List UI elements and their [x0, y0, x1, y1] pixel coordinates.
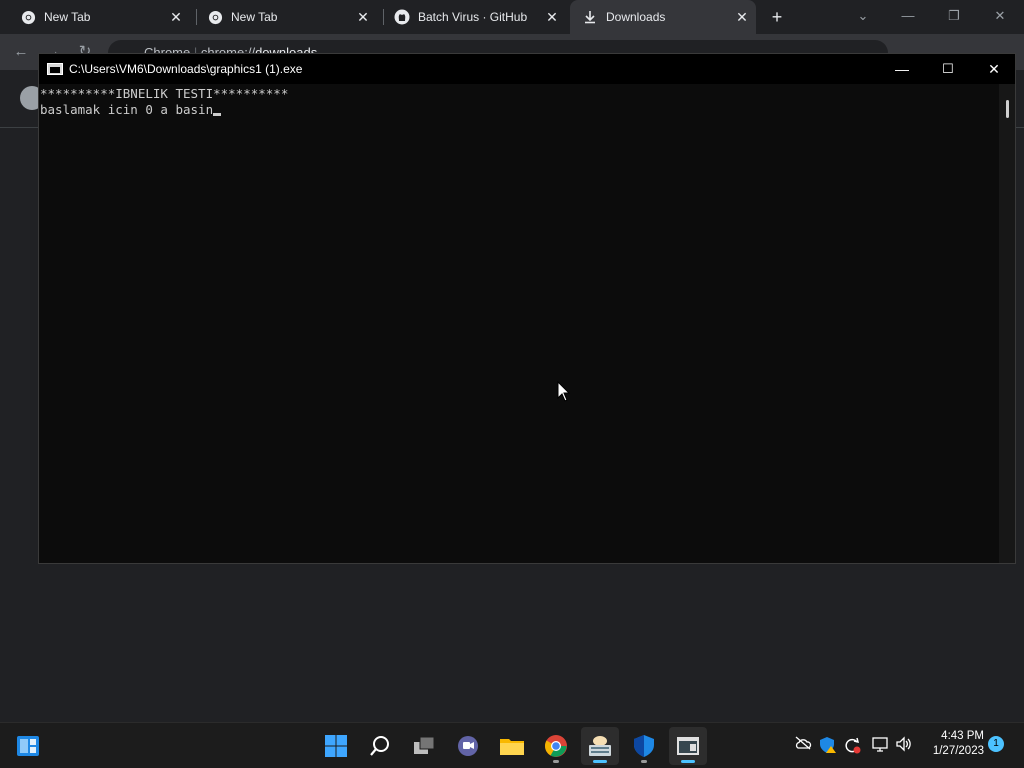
defender-button[interactable]: [625, 727, 663, 765]
maximize-button[interactable]: ☐: [925, 54, 971, 84]
tab-downloads[interactable]: Downloads ✕: [570, 0, 756, 34]
search-button[interactable]: [361, 727, 399, 765]
running-indicator: [641, 760, 647, 763]
onedrive-offline-icon[interactable]: [793, 736, 813, 756]
tab-label: New Tab: [44, 10, 91, 24]
minimize-icon[interactable]: —: [898, 6, 918, 26]
chat-icon: [458, 736, 478, 756]
task-view-icon: [414, 736, 435, 754]
console-scrollbar[interactable]: [999, 84, 1015, 563]
running-indicator: [681, 760, 695, 763]
chrome-icon: [207, 9, 223, 25]
search-icon: [370, 736, 389, 756]
text-cursor: [213, 113, 222, 116]
new-tab-button[interactable]: +: [768, 7, 786, 27]
console-taskbar-button[interactable]: [669, 727, 707, 765]
close-icon[interactable]: ✕: [734, 9, 750, 25]
close-icon[interactable]: ✕: [990, 6, 1010, 26]
widgets-icon: [17, 736, 39, 756]
volume-icon[interactable]: [894, 736, 914, 756]
tab-new-tab-1[interactable]: New Tab ✕: [0, 0, 190, 34]
console-app-icon: [677, 737, 699, 755]
clock-date: 1/27/2023: [932, 745, 984, 757]
tab-label: Batch Virus · GitHub: [418, 10, 528, 24]
chat-button[interactable]: [449, 727, 487, 765]
chevron-down-icon[interactable]: ⌄: [853, 6, 873, 26]
github-icon: [394, 9, 410, 25]
tab-new-tab-2[interactable]: New Tab ✕: [187, 0, 377, 34]
minimize-button[interactable]: —: [879, 54, 925, 84]
console-line: baslamak icin 0 a basin: [40, 102, 214, 117]
console-output[interactable]: **********IBNELIK TESTI********** baslama…: [39, 84, 999, 563]
tab-github[interactable]: Batch Virus · GitHub ✕: [374, 0, 566, 34]
defender-icon: [634, 735, 654, 757]
tab-label: New Tab: [231, 10, 278, 24]
keyboard-app-icon: [589, 736, 611, 756]
back-icon[interactable]: ←: [12, 43, 30, 61]
console-titlebar[interactable]: C:\Users\VM6\Downloads\graphics1 (1).exe…: [39, 54, 1015, 84]
close-button[interactable]: ✕: [971, 54, 1017, 84]
console-line: **********IBNELIK TESTI**********: [40, 86, 289, 101]
running-indicator: [553, 760, 559, 763]
console-title: C:\Users\VM6\Downloads\graphics1 (1).exe: [69, 62, 303, 76]
network-icon[interactable]: [870, 736, 890, 756]
download-icon: [582, 9, 598, 25]
scrollbar-thumb[interactable]: [1006, 100, 1009, 118]
close-icon[interactable]: ✕: [544, 9, 560, 25]
keyboard-app-button[interactable]: [581, 727, 619, 765]
running-indicator: [593, 760, 607, 763]
console-window: C:\Users\VM6\Downloads\graphics1 (1).exe…: [38, 53, 1016, 564]
security-warning-icon[interactable]: [818, 736, 838, 756]
chrome-icon: [20, 9, 36, 25]
close-icon[interactable]: ✕: [168, 9, 184, 25]
chrome-icon: [545, 735, 567, 757]
restore-icon[interactable]: ❐: [944, 6, 964, 26]
taskbar: [0, 722, 1024, 768]
sync-error-icon[interactable]: [842, 736, 862, 756]
task-view-button[interactable]: [405, 727, 443, 765]
chrome-taskbar-button[interactable]: [537, 727, 575, 765]
clock-time: 4:43 PM: [941, 730, 984, 742]
notification-badge[interactable]: 1: [988, 736, 1004, 752]
widgets-button[interactable]: [9, 727, 47, 765]
file-explorer-icon: [500, 739, 524, 755]
mouse-pointer-icon: [557, 381, 571, 402]
start-button[interactable]: [317, 727, 355, 765]
tab-label: Downloads: [606, 10, 666, 24]
close-icon[interactable]: ✕: [355, 9, 371, 25]
file-explorer-button[interactable]: [493, 727, 531, 765]
start-icon: [325, 735, 347, 757]
console-icon: [47, 63, 63, 75]
tab-strip: New Tab ✕ New Tab ✕ Batch Virus · GitHub…: [0, 0, 1024, 34]
taskbar-clock[interactable]: 4:43 PM 1/27/2023: [922, 729, 984, 759]
